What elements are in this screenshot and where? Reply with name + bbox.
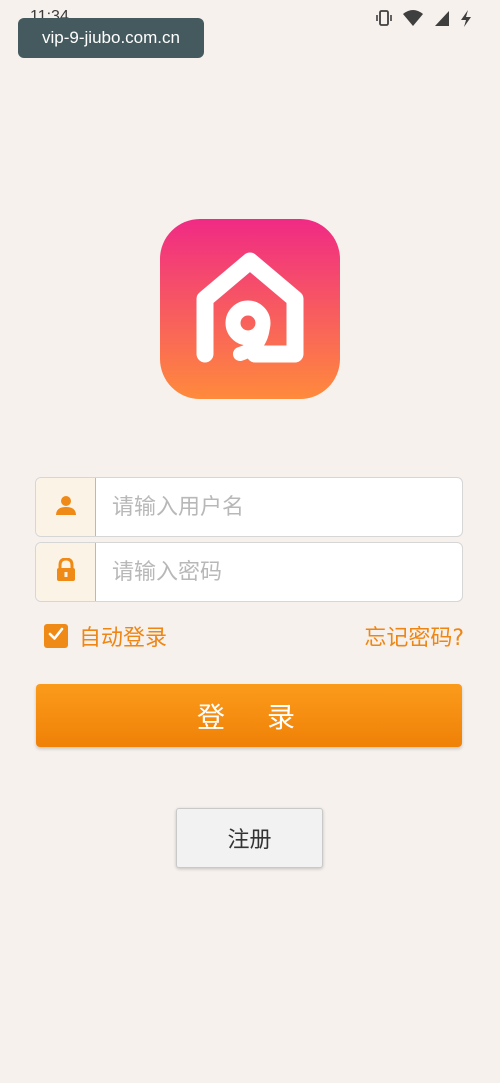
vibrate-icon xyxy=(376,9,392,27)
signal-icon xyxy=(434,10,450,27)
lock-icon xyxy=(56,557,76,586)
register-button[interactable]: 注册 xyxy=(176,808,323,868)
url-badge: vip-9-jiubo.com.cn xyxy=(18,18,204,58)
status-icons xyxy=(376,9,472,27)
auto-login-checkbox[interactable] xyxy=(44,624,68,648)
wifi-icon xyxy=(402,9,424,27)
user-icon xyxy=(55,494,77,520)
password-input[interactable] xyxy=(112,543,452,601)
password-icon-box xyxy=(36,543,96,601)
checkmark-icon xyxy=(47,625,65,647)
username-input[interactable] xyxy=(112,478,452,536)
password-field[interactable] xyxy=(35,542,463,602)
forgot-password-link[interactable]: 忘记密码? xyxy=(364,620,464,652)
username-field[interactable] xyxy=(35,477,463,537)
charging-icon xyxy=(460,9,472,27)
username-icon-box xyxy=(36,478,96,536)
auto-login-row[interactable]: 自动登录 xyxy=(44,620,167,652)
auto-login-label: 自动登录 xyxy=(79,626,168,651)
login-button[interactable]: 登录 xyxy=(36,684,462,747)
app-logo xyxy=(160,219,340,399)
